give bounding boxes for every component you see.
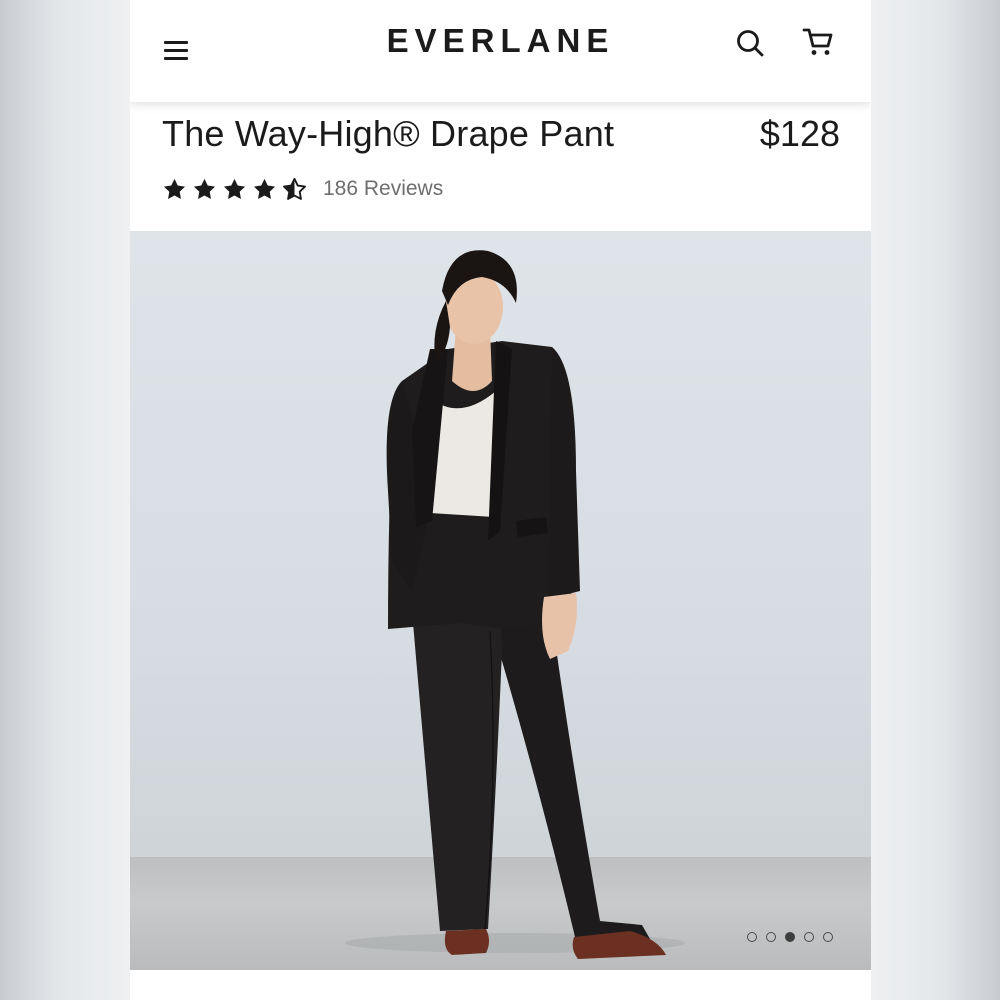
product-image-carousel[interactable] (130, 231, 871, 970)
carousel-dot[interactable] (823, 932, 833, 942)
search-button[interactable] (733, 26, 767, 60)
star-filled-icon (163, 178, 186, 199)
carousel-dot[interactable] (804, 932, 814, 942)
site-header: EVERLANE (130, 0, 871, 102)
star-filled-icon (193, 178, 216, 199)
product-page: EVERLANE The Way-High® Drape Pant $128 1… (130, 0, 871, 1000)
star-rating (162, 177, 307, 202)
star-filled-icon (253, 178, 276, 199)
product-price: $128 (759, 113, 840, 154)
reviews-link[interactable]: 186 Reviews (323, 177, 443, 201)
carousel-dot[interactable] (747, 932, 757, 942)
search-icon (737, 30, 764, 57)
content-below (130, 970, 871, 1000)
cart-button[interactable] (800, 24, 836, 60)
carousel-dot[interactable] (785, 932, 795, 942)
product-photo (345, 250, 685, 959)
carousel-pagination (747, 932, 833, 942)
product-heading: The Way-High® Drape Pant $128 (162, 113, 840, 163)
star-half-icon (283, 177, 306, 200)
product-rating[interactable]: 186 Reviews (162, 172, 443, 206)
cart-icon (802, 28, 833, 55)
carousel-dot[interactable] (766, 932, 776, 942)
product-title: The Way-High® Drape Pant (162, 113, 615, 154)
star-filled-icon (223, 178, 246, 199)
